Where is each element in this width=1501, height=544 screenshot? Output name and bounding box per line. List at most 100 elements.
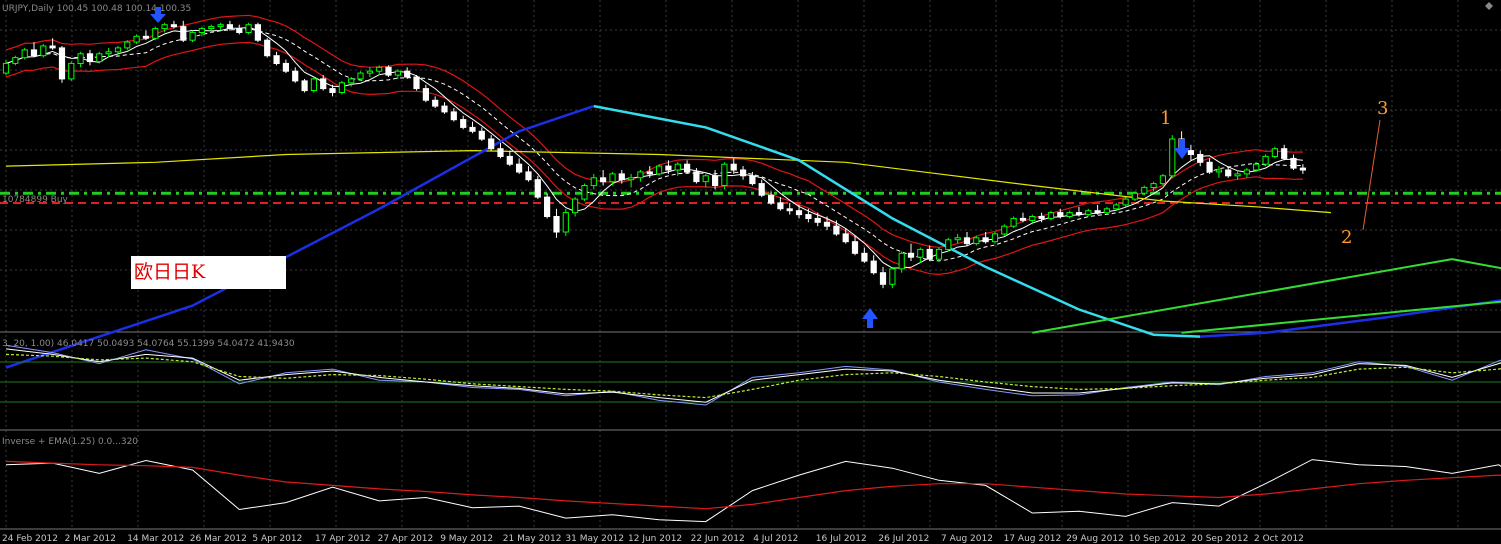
candle-bull <box>628 177 635 181</box>
x-tick-label: 26 Jul 2012 <box>878 534 929 544</box>
chart-menu-icon[interactable] <box>1485 2 1493 10</box>
candle-bear <box>525 171 532 181</box>
candle-bear <box>963 237 971 245</box>
candle-bear <box>870 260 877 274</box>
annotation-3-line <box>1362 119 1381 231</box>
candle-bull <box>161 24 168 30</box>
candle-bear <box>236 28 243 34</box>
candle-bear <box>385 66 392 76</box>
candle-bull <box>991 233 999 243</box>
candle-bear <box>665 165 672 171</box>
x-tick-label: 9 May 2012 <box>440 534 493 544</box>
x-tick-label: 2 Mar 2012 <box>65 534 116 544</box>
x-tick-label: 17 Aug 2012 <box>1004 534 1062 544</box>
candle-bear <box>1038 216 1045 219</box>
x-tick-label: 31 May 2012 <box>565 534 624 544</box>
x-tick-label: 21 May 2012 <box>503 534 562 544</box>
candle-bull <box>1271 148 1279 157</box>
candle-bear <box>180 26 187 41</box>
x-tick-label: 10 Sep 2012 <box>1129 534 1186 544</box>
candle-bull <box>1103 208 1111 214</box>
candle-bear <box>1094 210 1101 214</box>
candle-bull <box>152 28 159 39</box>
candle-bull <box>366 70 373 74</box>
bollinger-lower <box>5 41 1303 276</box>
candle-bear <box>740 169 747 177</box>
candle-bull <box>348 78 355 84</box>
candle-bear <box>693 171 700 183</box>
candle-bull <box>2 62 10 74</box>
candle-bull <box>572 198 579 214</box>
horizontal-levels <box>0 191 1501 204</box>
candle-bull <box>702 175 709 183</box>
candle-bull <box>12 57 19 64</box>
inverse-line <box>5 459 1501 523</box>
ma-mid-line <box>5 28 1303 262</box>
x-tick-label: 7 Aug 2012 <box>941 534 993 544</box>
candle-bull <box>1010 217 1017 227</box>
candle-bull <box>217 24 224 28</box>
candle-bull <box>1243 169 1251 175</box>
candle-bear <box>534 179 541 198</box>
candle-bear <box>768 194 775 204</box>
candle-bull <box>357 72 364 80</box>
candle-bull <box>40 45 47 57</box>
x-tick-label: 5 Apr 2012 <box>252 534 302 544</box>
candle-bear <box>292 70 299 82</box>
candle-bear <box>478 130 485 140</box>
candle-bull <box>1085 210 1092 216</box>
candle-bull <box>674 163 681 171</box>
candle-bull <box>77 53 84 64</box>
candle-bull <box>198 28 206 34</box>
candle-bear <box>749 175 756 185</box>
x-tick-label: 20 Sep 2012 <box>1191 534 1248 544</box>
annotation-1: 1 <box>1160 108 1171 129</box>
candle-bull <box>1215 169 1223 173</box>
cycle-blue-left <box>5 104 595 369</box>
candle-bear <box>805 214 812 220</box>
inverse-panel-title: Inverse + EMA(1.25) 0.0...320 <box>2 437 138 447</box>
candle-bear <box>516 163 523 173</box>
candle-bull <box>1047 212 1055 219</box>
candle-bear <box>30 49 38 57</box>
candle-bear <box>712 175 719 187</box>
annotation-3: 3 <box>1377 98 1388 119</box>
candle-bull <box>609 173 616 183</box>
candle-bull <box>1066 212 1073 218</box>
candle-bull <box>898 252 905 270</box>
candle-bear <box>497 148 504 157</box>
candle-bear <box>851 241 859 254</box>
candle-bear <box>1290 157 1297 169</box>
candle-bull <box>656 165 663 175</box>
candle-bear <box>413 76 420 90</box>
chart-label-text: 欧日日K <box>134 261 206 283</box>
indicator-curves <box>5 14 1501 369</box>
candle-bear <box>86 53 94 63</box>
candle-bull <box>376 66 383 72</box>
candle-bull <box>189 31 196 41</box>
candle-bull <box>917 248 924 258</box>
candle-bear <box>814 217 821 223</box>
candle-bull <box>581 185 588 200</box>
candle-bull <box>935 248 943 260</box>
x-tick-label: 17 Apr 2012 <box>315 534 371 544</box>
candle-bull <box>954 237 961 241</box>
candle-bear <box>758 183 765 196</box>
trendline <box>1451 258 1501 270</box>
candle-bear <box>432 99 439 107</box>
candle-bear <box>730 163 737 171</box>
down-arrow-icon <box>1174 139 1190 159</box>
candle-bear <box>1299 167 1307 171</box>
candle-bear <box>553 216 560 233</box>
candle-bear <box>488 138 495 150</box>
candle-bear <box>254 24 262 41</box>
candle-bear <box>833 225 840 235</box>
candle-bear <box>618 173 625 181</box>
candle-bull <box>1029 216 1036 221</box>
x-tick-label: 26 Mar 2012 <box>190 534 247 544</box>
candle-bull <box>133 35 140 43</box>
candle-bear <box>684 163 691 173</box>
candle-bear <box>1197 154 1204 163</box>
candle-bear <box>58 47 66 80</box>
candle-bear <box>301 80 308 92</box>
